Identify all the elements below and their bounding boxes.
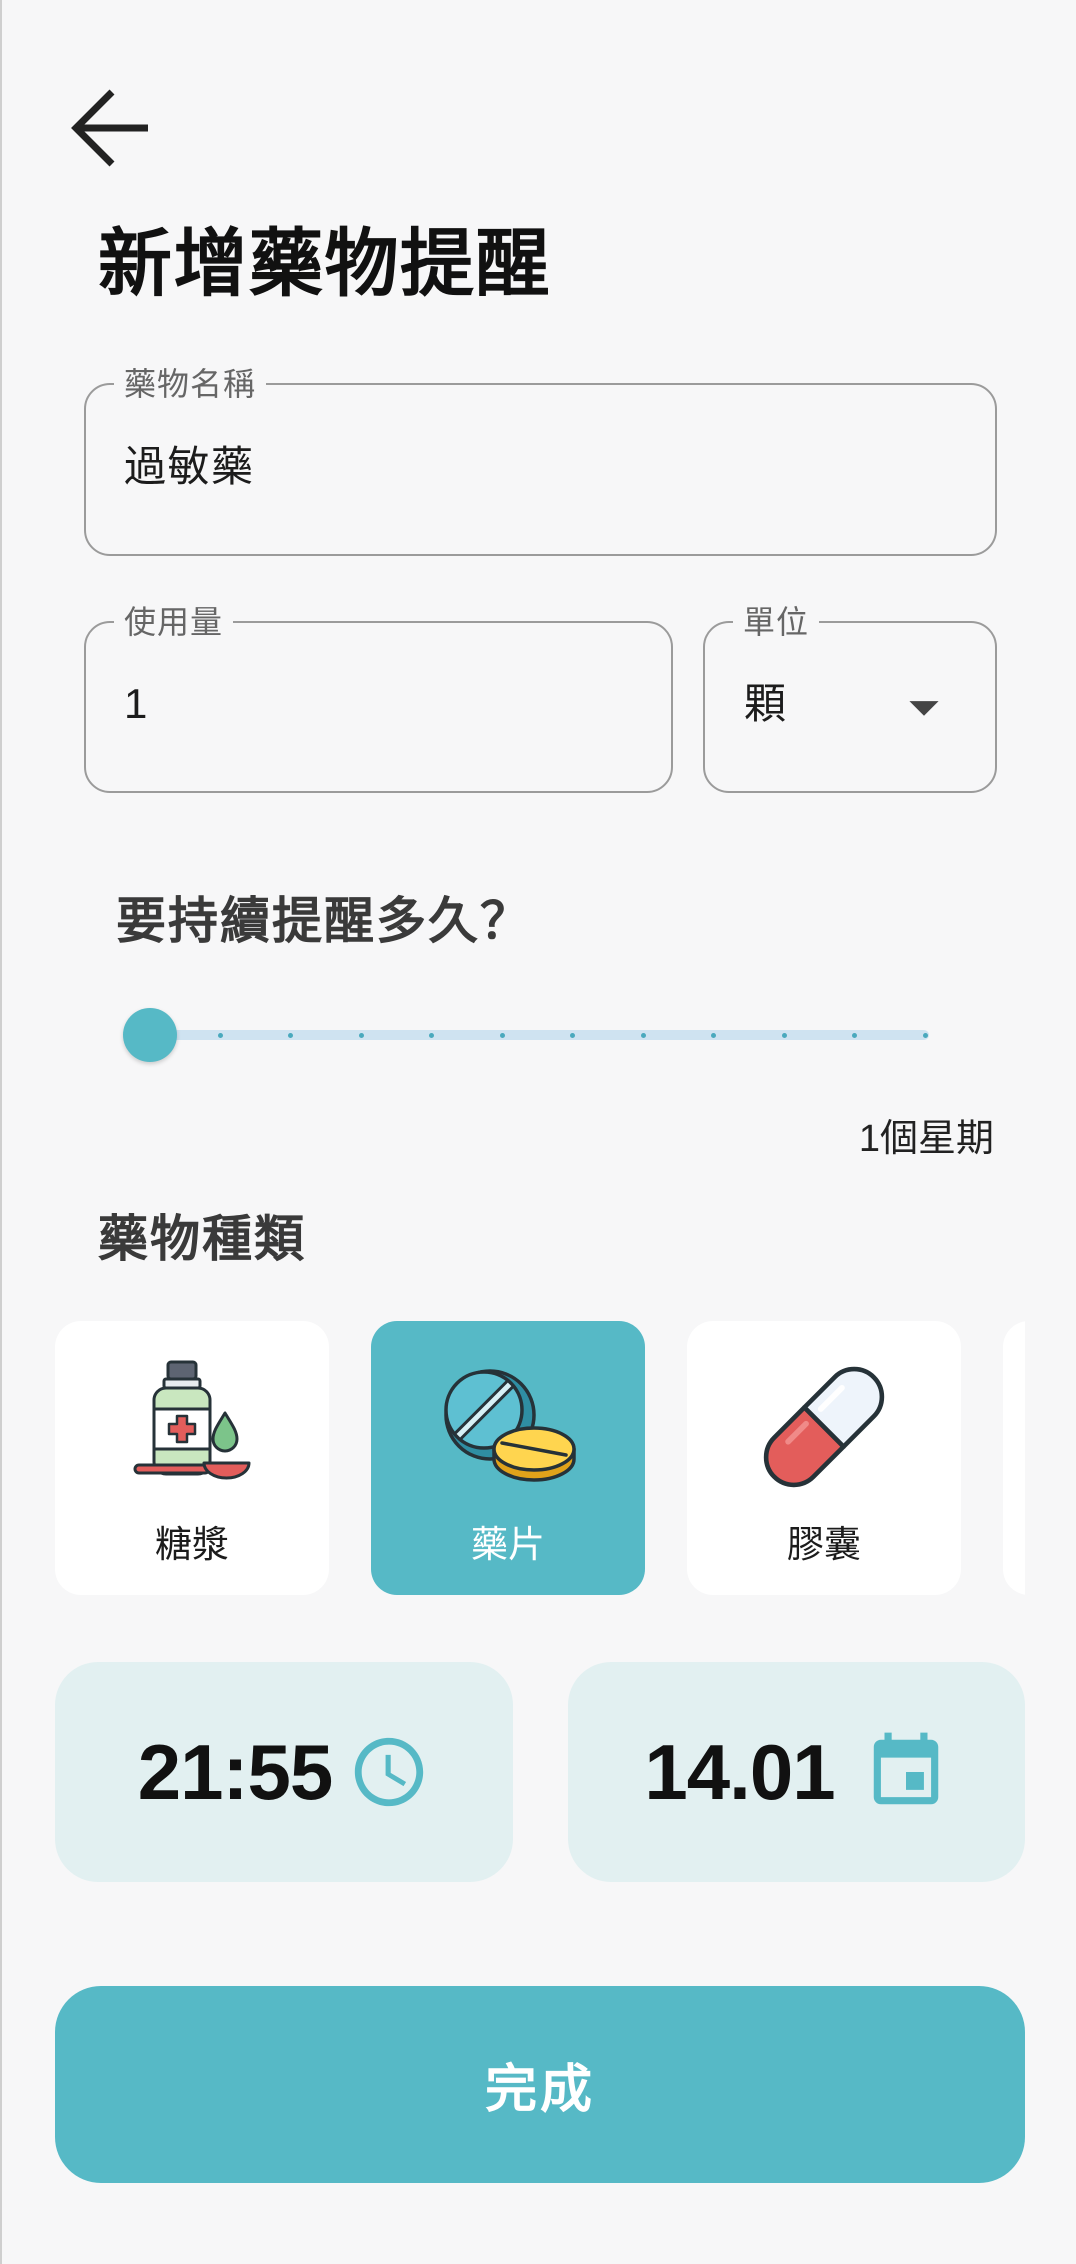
medicine-type-card-capsule[interactable]: 膠囊: [687, 1321, 961, 1595]
slider-tick: [288, 1032, 294, 1038]
medicine-type-label: 糖漿: [155, 1524, 229, 1565]
slider-tick: [711, 1032, 717, 1038]
slider-tick: [499, 1032, 505, 1038]
clock-icon: [348, 1731, 430, 1813]
slider-tick: [358, 1032, 364, 1038]
duration-slider[interactable]: [120, 1000, 960, 1070]
duration-value-label: 1個星期: [858, 1118, 994, 1160]
syrup-bottle-icon: [55, 1357, 329, 1497]
medicine-type-card-tablet[interactable]: 藥片: [371, 1321, 645, 1595]
dosage-input[interactable]: 1: [124, 679, 149, 729]
slider-tick: [781, 1032, 787, 1038]
medicine-type-list[interactable]: 糖漿 藥片 膠囊: [55, 1321, 1025, 1596]
capsule-icon: [687, 1357, 961, 1497]
dosage-field[interactable]: 使用量 1: [84, 604, 673, 793]
medicine-name-label: 藥物名稱: [114, 366, 267, 402]
medicine-type-label: 藥片: [471, 1524, 545, 1565]
screen-edge: [0, 0, 2, 2264]
done-button[interactable]: 完成: [55, 1986, 1025, 2183]
slider-thumb[interactable]: [123, 1008, 177, 1062]
unit-label: 單位: [733, 604, 820, 640]
unit-dropdown[interactable]: 單位 顆: [703, 604, 997, 793]
medicine-type-label: 膠囊: [787, 1524, 861, 1565]
unit-selected-value[interactable]: 顆: [744, 679, 788, 729]
dropdown-arrow-icon[interactable]: [889, 672, 959, 742]
date-picker-button[interactable]: 14.01: [568, 1662, 1025, 1882]
time-picker-button[interactable]: 21:55: [55, 1662, 513, 1882]
medicine-type-heading: 藥物種類: [98, 1211, 306, 1267]
dosage-label: 使用量: [114, 604, 234, 640]
slider-tick: [852, 1032, 858, 1038]
page-title: 新增藥物提醒: [98, 222, 551, 305]
duration-heading: 要持續提醒多久？: [116, 893, 532, 949]
medicine-type-card-syrup[interactable]: 糖漿: [55, 1321, 329, 1595]
slider-ticks: [120, 1000, 960, 1070]
slider-tick: [922, 1032, 928, 1038]
slider-tick: [217, 1032, 223, 1038]
arrow-left-icon: [69, 88, 153, 168]
add-medicine-reminder-screen: 新增藥物提醒 藥物名稱 過敏藥 使用量 1 單位 顆 要持續提醒多久？ 1個星期…: [0, 0, 1076, 2264]
slider-tick: [429, 1032, 435, 1038]
medicine-type-card-partial[interactable]: [1003, 1321, 1025, 1595]
time-value: 21:55: [137, 1728, 333, 1816]
slider-tick: [640, 1032, 646, 1038]
calendar-icon: [863, 1729, 949, 1815]
slider-tick: [570, 1032, 576, 1038]
back-button[interactable]: [66, 86, 156, 170]
medicine-name-field[interactable]: 藥物名稱 過敏藥: [84, 366, 997, 556]
medicine-name-input[interactable]: 過敏藥: [124, 442, 255, 492]
pills-icon: [371, 1357, 645, 1497]
date-value: 14.01: [644, 1728, 835, 1816]
